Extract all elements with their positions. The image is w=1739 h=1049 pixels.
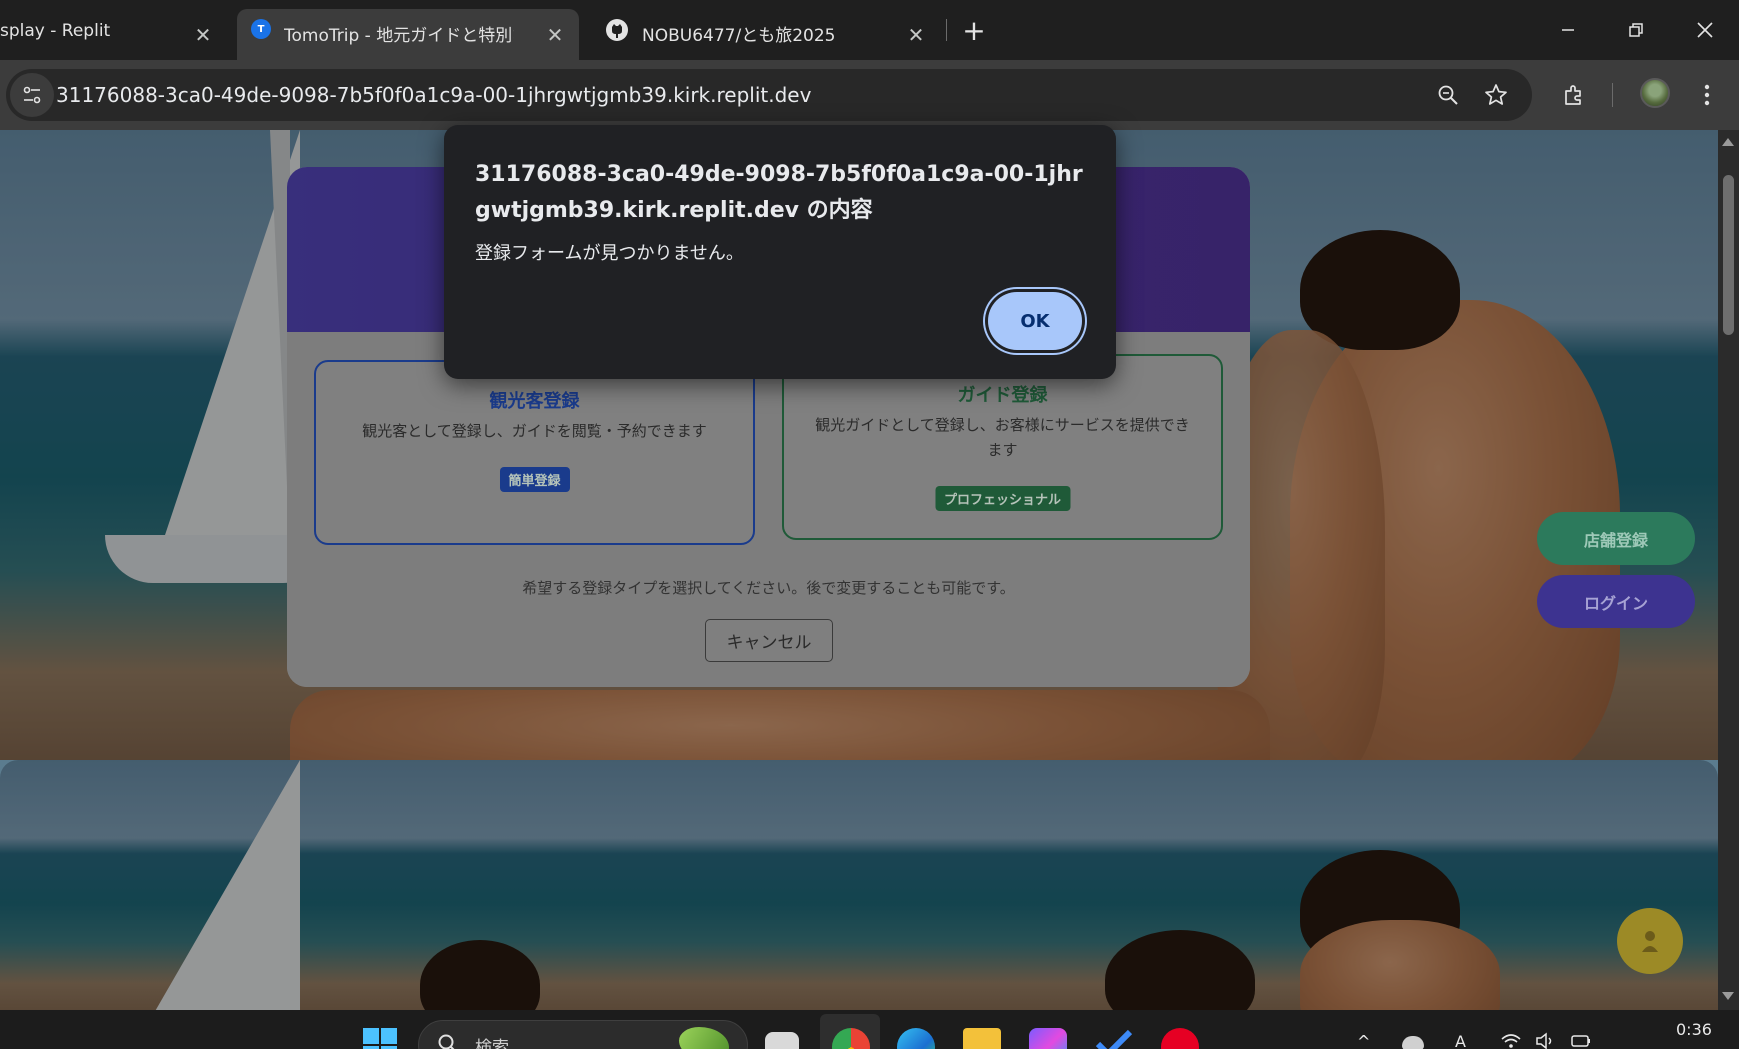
pinterest-icon[interactable] <box>1161 1028 1199 1049</box>
windows-taskbar: 検索 ^ A 0:36 <box>0 1010 1739 1049</box>
tab-replit[interactable]: splay - Replit ✕ <box>0 9 226 60</box>
wifi-icon[interactable] <box>1500 1032 1522 1049</box>
scroll-up-arrow-icon[interactable] <box>1722 138 1734 146</box>
man-figure <box>1300 920 1500 1010</box>
search-highlight-icon <box>679 1027 729 1049</box>
battery-icon[interactable] <box>1570 1032 1592 1049</box>
taskbar-search-placeholder: 検索 <box>475 1038 509 1049</box>
guide-option-title: ガイド登録 <box>957 385 1048 406</box>
close-tab-icon[interactable]: ✕ <box>542 22 568 48</box>
browser-toolbar: 31176088-3ca0-49de-9098-7b5f0f0a1c9a-00-… <box>0 60 1739 130</box>
alert-dialog: 31176088-3ca0-49de-9098-7b5f0f0a1c9a-00-… <box>444 125 1116 379</box>
zoom-icon[interactable] <box>1430 77 1466 113</box>
hair-shape <box>1105 930 1255 1010</box>
tourist-registration-option[interactable]: 観光客登録 観光客として登録し、ガイドを閲覧・予約できます 簡単登録 <box>314 360 755 545</box>
registration-modal-body: 観光客登録 観光客として登録し、ガイドを閲覧・予約できます 簡単登録 ガイド登録… <box>287 332 1250 687</box>
tray-overflow-chevron-icon[interactable]: ^ <box>1357 1032 1379 1049</box>
tab-tomotrip[interactable]: T TomoTrip - 地元ガイドと特別な旅 ✕ <box>237 9 579 60</box>
profile-avatar[interactable] <box>1640 78 1670 108</box>
group-figures <box>290 690 1270 760</box>
scroll-down-arrow-icon[interactable] <box>1722 992 1734 1000</box>
guide-person-icon <box>1642 931 1658 952</box>
font-input-icon[interactable]: A <box>1455 1032 1477 1049</box>
tourist-option-description: 観光客として登録し、ガイドを閲覧・予約できます <box>362 422 707 440</box>
todo-check-icon[interactable] <box>1095 1028 1133 1049</box>
file-manager-taskview-icon[interactable] <box>765 1032 799 1049</box>
bookmark-star-icon[interactable] <box>1478 77 1514 113</box>
tomotrip-favicon-icon: T <box>251 19 271 39</box>
page-scrollbar[interactable] <box>1718 130 1739 1010</box>
taskbar-search[interactable]: 検索 <box>418 1020 748 1049</box>
extensions-icon[interactable] <box>1556 77 1592 113</box>
tab-divider <box>946 19 947 41</box>
edge-icon[interactable] <box>897 1028 935 1049</box>
tab-label: NOBU6477/とも旅2025 <box>642 26 836 46</box>
tourist-option-badge: 簡単登録 <box>499 467 570 492</box>
copilot-icon[interactable] <box>1029 1028 1067 1049</box>
dialog-message: 登録フォームが見つかりません。 <box>475 243 744 264</box>
search-icon <box>438 1034 455 1049</box>
sail-shape <box>150 760 300 1010</box>
close-tab-icon[interactable]: ✕ <box>190 22 216 48</box>
hair-shape <box>420 940 540 1010</box>
address-bar[interactable]: 31176088-3ca0-49de-9098-7b5f0f0a1c9a-00-… <box>6 69 1532 121</box>
boat-hull <box>105 535 315 583</box>
onedrive-cloud-icon[interactable] <box>1402 1036 1424 1049</box>
file-explorer-icon[interactable] <box>963 1028 1001 1049</box>
ok-button[interactable]: OK <box>988 292 1082 350</box>
taskbar-clock[interactable]: 0:36 <box>1676 1020 1712 1039</box>
toolbar-divider <box>1612 83 1613 107</box>
guide-registration-option[interactable]: ガイド登録 観光ガイドとして登録し、お客様にサービスを提供できます プロフェッシ… <box>782 354 1223 540</box>
minimize-window-icon[interactable] <box>1548 12 1588 48</box>
registration-hint-text: 希望する登録タイプを選択してください。後で変更することも可能です。 <box>522 579 1015 597</box>
restore-window-icon[interactable] <box>1616 12 1656 48</box>
windows-start-icon[interactable] <box>363 1028 397 1049</box>
store-register-button[interactable]: 店舗登録 <box>1537 512 1695 565</box>
close-tab-icon[interactable]: ✕ <box>903 22 929 48</box>
url-text[interactable]: 31176088-3ca0-49de-9098-7b5f0f0a1c9a-00-… <box>56 83 811 107</box>
guide-option-badge: プロフェッショナル <box>934 486 1071 511</box>
more-menu-icon[interactable] <box>1689 77 1725 113</box>
hair-shape <box>1300 230 1460 350</box>
hero-background-image-2 <box>0 760 1718 1010</box>
volume-icon[interactable] <box>1535 1032 1557 1049</box>
site-info-icon[interactable] <box>10 73 54 117</box>
tab-label: TomoTrip - 地元ガイドと特別な旅 <box>284 26 514 46</box>
cancel-button[interactable]: キャンセル <box>705 619 833 662</box>
scrollbar-thumb[interactable] <box>1723 175 1734 335</box>
guide-option-description: 観光ガイドとして登録し、お客様にサービスを提供できます <box>815 416 1190 459</box>
browser-tab-strip: splay - Replit ✕ T TomoTrip - 地元ガイドと特別な旅… <box>0 0 1739 60</box>
github-icon <box>606 19 628 41</box>
login-button[interactable]: ログイン <box>1537 575 1695 628</box>
tab-label: splay - Replit <box>0 21 111 41</box>
tourist-option-title: 観光客登録 <box>489 391 580 412</box>
close-window-icon[interactable] <box>1685 12 1725 48</box>
chat-assistant-button[interactable] <box>1617 908 1683 974</box>
tab-github[interactable]: NOBU6477/とも旅2025 ✕ <box>590 9 940 60</box>
dialog-title: 31176088-3ca0-49de-9098-7b5f0f0a1c9a-00-… <box>475 162 1083 223</box>
new-tab-button[interactable]: + <box>958 14 990 47</box>
